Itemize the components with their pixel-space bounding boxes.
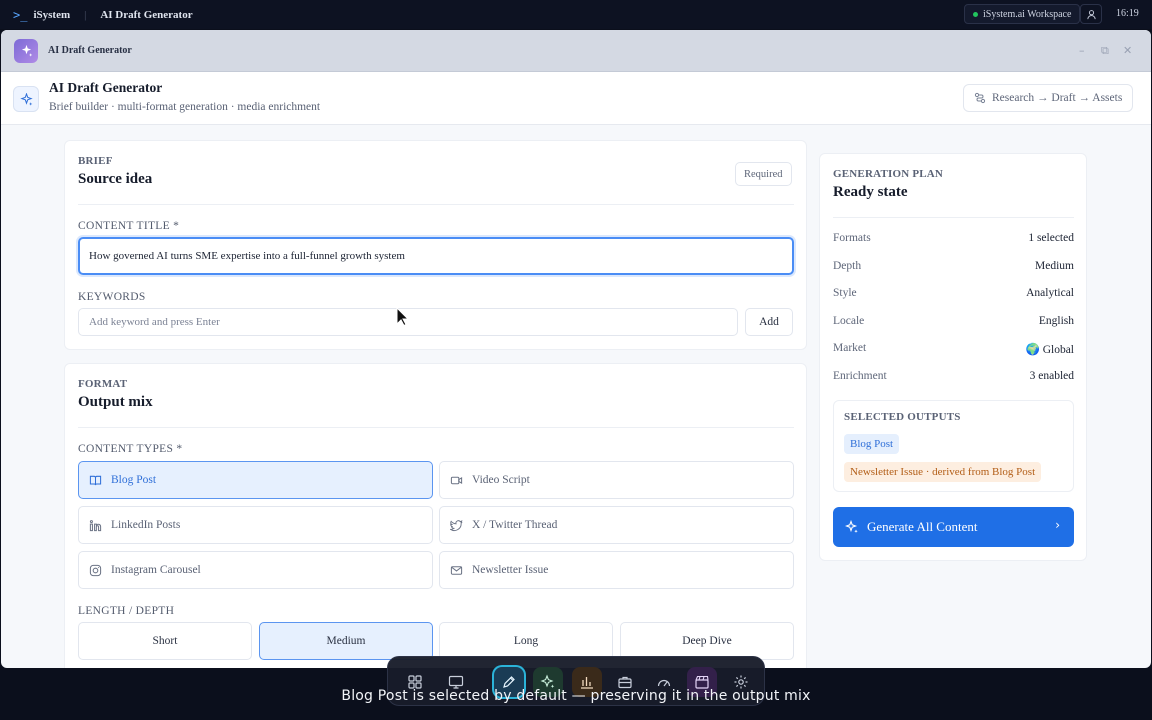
app-icon: [14, 38, 38, 63]
add-keyword-button[interactable]: Add: [745, 308, 793, 336]
plan-row-style: Style Analytical: [833, 287, 1074, 299]
sparkle-icon: [21, 44, 32, 57]
plan-title: Ready state: [833, 184, 908, 200]
content-type-label: Newsletter Issue: [472, 564, 549, 576]
active-app-name[interactable]: AI Draft Generator: [100, 9, 192, 21]
page-subtitle: Brief builder · multi-format generation …: [49, 101, 321, 113]
instagram-icon: [89, 564, 102, 576]
window-title: AI Draft Generator: [48, 45, 132, 56]
workspace-badge[interactable]: iSystem.ai Workspace: [964, 4, 1081, 24]
content-type-label: Blog Post: [111, 474, 157, 486]
minimize-icon[interactable]: –: [1079, 44, 1085, 57]
terminal-logo-icon: >_: [13, 7, 28, 22]
route-icon: [974, 92, 986, 104]
format-title: Output mix: [78, 394, 153, 410]
workspace-label: iSystem.ai Workspace: [983, 8, 1072, 20]
plan-key: Depth: [833, 260, 862, 272]
content-type-blog-post[interactable]: Blog Post: [78, 461, 433, 499]
selected-outputs-label: SELECTED OUTPUTS: [844, 411, 961, 423]
selected-outputs-box: SELECTED OUTPUTS Blog Post Newsletter Is…: [833, 400, 1074, 492]
plan-key: Formats: [833, 232, 871, 244]
content-type-twitter-thread[interactable]: X / Twitter Thread: [439, 506, 794, 544]
video-icon: [450, 476, 463, 484]
plan-row-locale: Locale English: [833, 315, 1074, 327]
plan-key: Style: [833, 287, 857, 299]
content-type-video-script[interactable]: Video Script: [439, 461, 794, 499]
depth-label: LENGTH / DEPTH: [78, 605, 175, 617]
plan-value: English: [1038, 315, 1074, 327]
window-titlebar[interactable]: AI Draft Generator – ⧉ ✕: [1, 30, 1151, 72]
divider: [78, 204, 794, 205]
pipeline-label: Research → Draft → Assets: [992, 92, 1123, 104]
generate-all-button[interactable]: Generate All Content ›: [833, 507, 1074, 547]
user-icon: [1086, 9, 1096, 19]
plan-row-enrichment: Enrichment 3 enabled: [833, 370, 1074, 382]
content-title-label: CONTENT TITLE *: [78, 220, 180, 232]
header-icon: [13, 86, 39, 112]
system-bar: >_ iSystem | AI Draft Generator iSystem.…: [0, 0, 1152, 29]
plan-row-market: Market 🌍 Global: [833, 342, 1074, 356]
caption: Blog Post is selected by default — prese…: [341, 688, 811, 704]
close-icon[interactable]: ✕: [1123, 44, 1132, 57]
restore-icon[interactable]: ⧉: [1101, 44, 1109, 58]
brief-card: BRIEF Source idea Required CONTENT TITLE…: [64, 140, 807, 350]
generation-plan-card: GENERATION PLAN Ready state Formats 1 se…: [819, 153, 1087, 561]
content-types-label: CONTENT TYPES *: [78, 443, 183, 455]
plan-key: Market: [833, 342, 867, 354]
mouse-cursor-icon: [396, 307, 410, 326]
output-chip-derived: Newsletter Issue · derived from Blog Pos…: [844, 462, 1042, 482]
page-title: AI Draft Generator: [49, 80, 163, 95]
content-type-label: Video Script: [472, 474, 530, 486]
content-title-input[interactable]: How governed AI turns SME expertise into…: [78, 237, 794, 275]
format-card: FORMAT Output mix CONTENT TYPES * Blog P…: [64, 363, 807, 668]
status-dot-icon: [973, 11, 978, 17]
format-eyebrow: FORMAT: [78, 378, 128, 390]
content-type-newsletter-issue[interactable]: Newsletter Issue: [439, 551, 794, 589]
content-type-label: X / Twitter Thread: [472, 519, 558, 531]
plan-value: Medium: [1035, 260, 1074, 272]
divider: |: [84, 8, 87, 21]
depth-deep-dive[interactable]: Deep Dive: [620, 622, 794, 660]
plan-value: 🌍 Global: [1025, 344, 1075, 356]
mail-icon: [450, 565, 463, 575]
divider: [833, 217, 1074, 218]
sparkle-icon: [19, 92, 33, 106]
brief-eyebrow: BRIEF: [78, 155, 113, 167]
divider: [78, 427, 794, 428]
twitter-icon: [450, 519, 463, 531]
sparkle-icon: [845, 520, 858, 533]
book-icon: [89, 475, 102, 485]
output-chip: Blog Post: [844, 434, 900, 454]
content-type-linkedin-posts[interactable]: LinkedIn Posts: [78, 506, 433, 544]
system-brand: iSystem: [33, 8, 71, 21]
depth-medium[interactable]: Medium: [259, 622, 433, 660]
plan-eyebrow: GENERATION PLAN: [833, 168, 944, 180]
chevron-right-icon: ›: [1055, 518, 1060, 532]
linkedin-icon: [89, 519, 102, 531]
keywords-label: KEYWORDS: [78, 291, 146, 303]
generate-label: Generate All Content: [867, 519, 978, 534]
pipeline-badge[interactable]: Research → Draft → Assets: [963, 84, 1134, 112]
plan-value: 1 selected: [1028, 232, 1074, 244]
plan-value: Analytical: [1026, 287, 1074, 299]
required-badge: Required: [735, 162, 792, 186]
plan-key: Enrichment: [833, 370, 887, 382]
brief-title: Source idea: [78, 171, 153, 187]
user-button[interactable]: [1080, 4, 1102, 24]
plan-row-depth: Depth Medium: [833, 260, 1074, 272]
plan-key: Locale: [833, 315, 865, 327]
depth-long[interactable]: Long: [439, 622, 613, 660]
plan-value: 3 enabled: [1029, 370, 1074, 382]
plan-row-formats: Formats 1 selected: [833, 232, 1074, 244]
depth-short[interactable]: Short: [78, 622, 252, 660]
content-type-instagram-carousel[interactable]: Instagram Carousel: [78, 551, 433, 589]
clock: 16:19: [1116, 8, 1139, 19]
content-type-label: Instagram Carousel: [111, 564, 201, 576]
app-window: AI Draft Generator – ⧉ ✕ AI Draft Genera…: [1, 30, 1151, 668]
content-type-label: LinkedIn Posts: [111, 519, 181, 531]
page-header: AI Draft Generator Brief builder · multi…: [1, 72, 1151, 125]
